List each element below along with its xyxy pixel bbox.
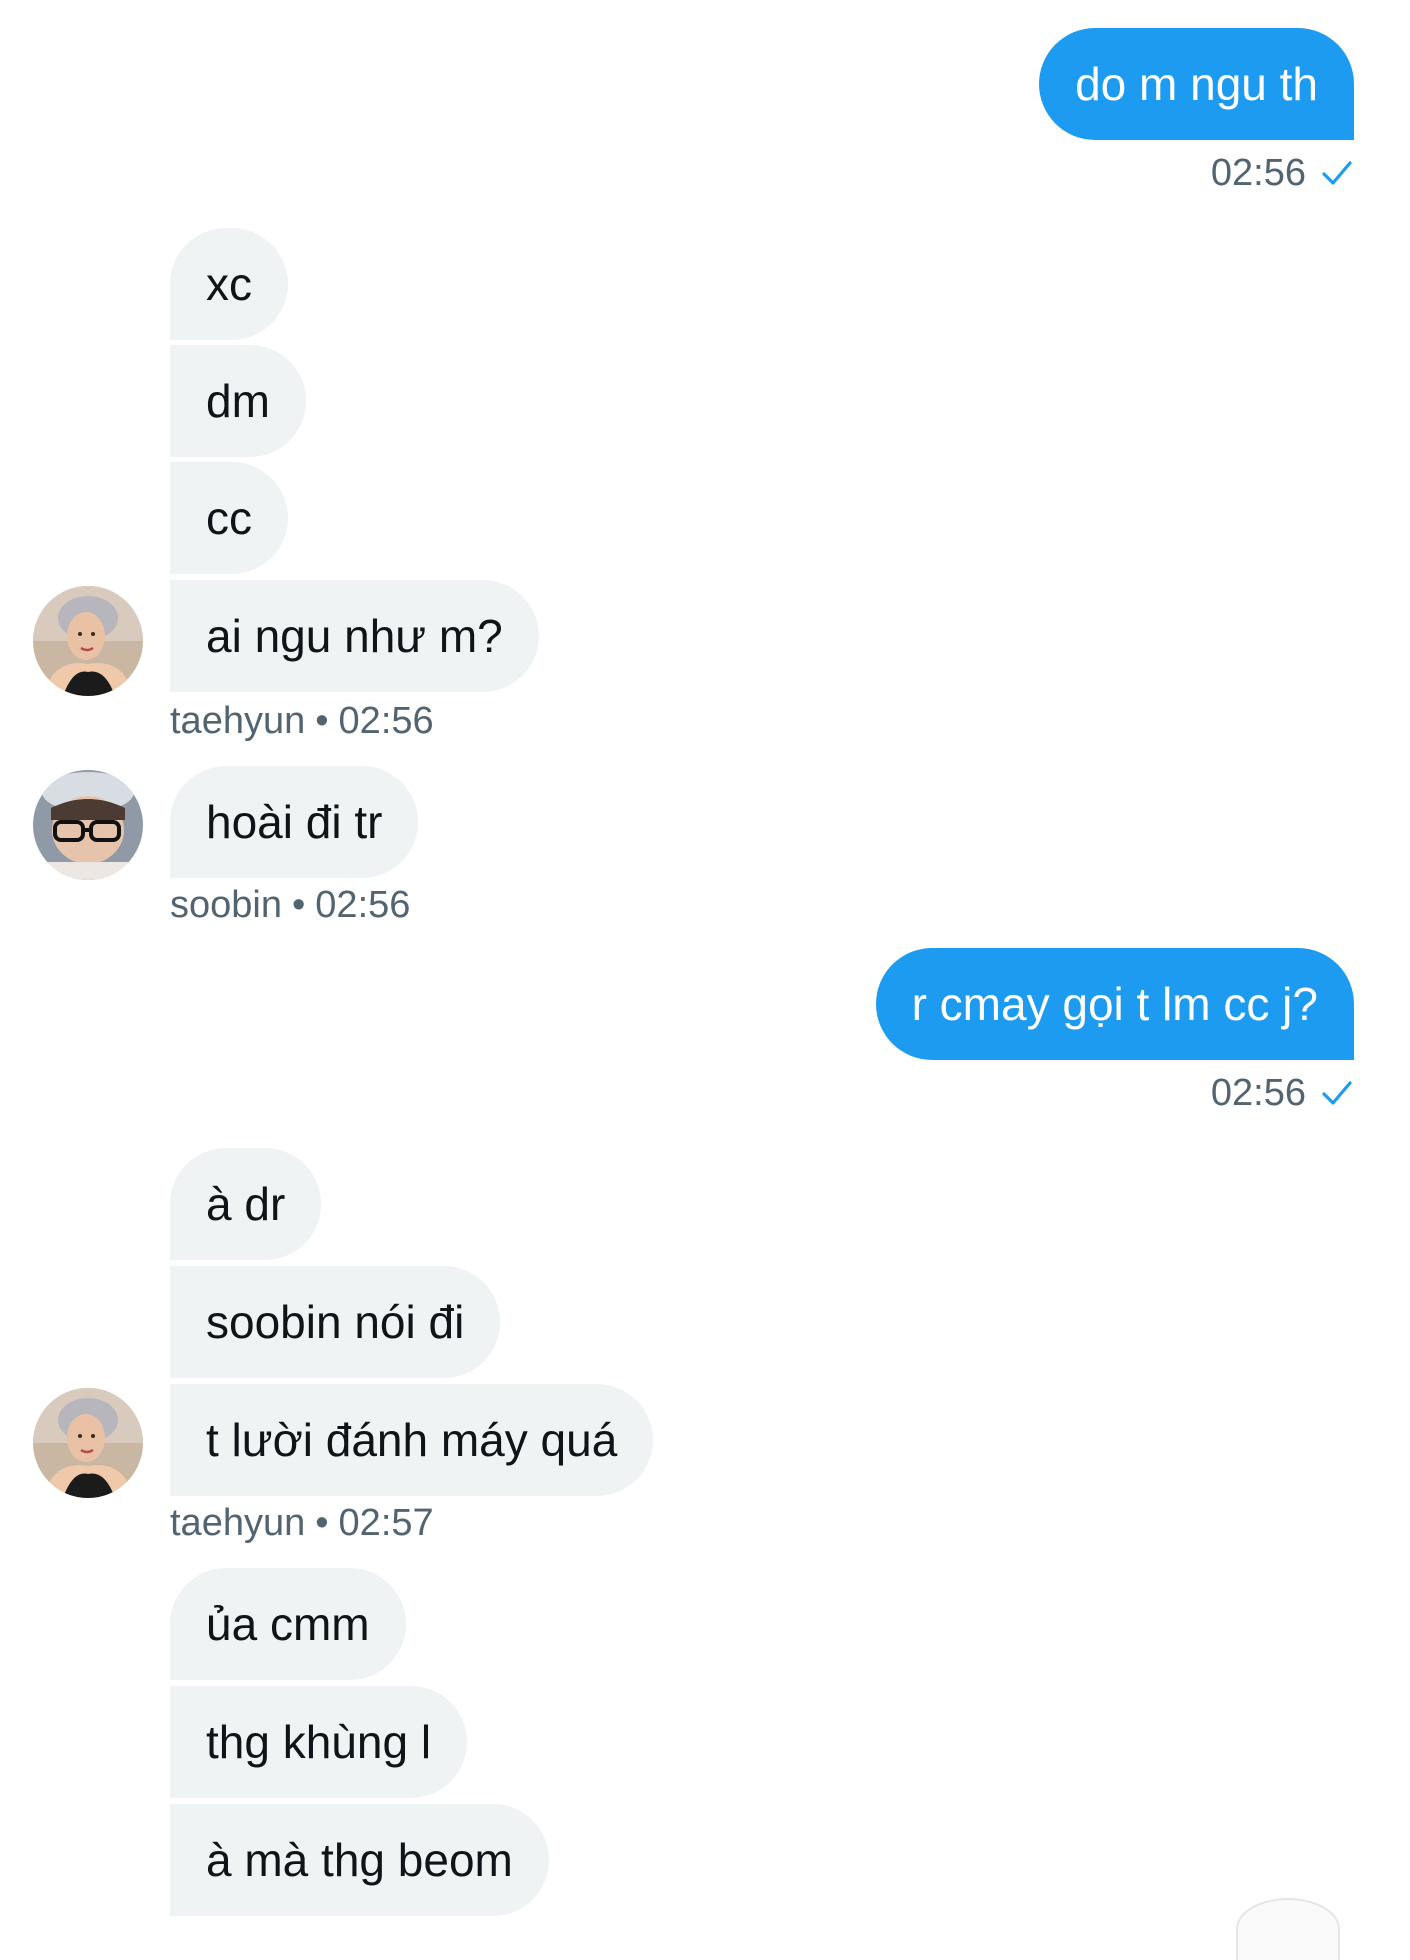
sender-name: taehyun [170, 1502, 306, 1544]
sender-name: soobin [170, 884, 282, 926]
incoming-message[interactable]: dm [170, 345, 306, 457]
message-meta: 02:56 [1211, 148, 1354, 198]
message-time: 02:56 [338, 700, 434, 742]
incoming-message[interactable]: thg khùng l [170, 1686, 468, 1798]
message-meta: taehyun • 02:56 [170, 696, 434, 746]
message-text: r cmay gọi t lm cc j? [911, 978, 1318, 1030]
incoming-message[interactable]: ai ngu như m? [170, 580, 539, 692]
avatar-image [33, 586, 143, 696]
message-text: soobin nói đi [206, 1296, 465, 1348]
sender-name: taehyun [170, 700, 306, 742]
message-text: dm [206, 375, 270, 427]
message-text: t lười đánh máy quá [206, 1414, 618, 1466]
message-time: 02:56 [1210, 152, 1306, 194]
message-meta: taehyun • 02:57 [170, 1498, 434, 1548]
message-meta: 02:56 [1211, 1068, 1354, 1118]
incoming-message[interactable]: hoài đi tr [170, 766, 419, 878]
avatar[interactable] [33, 586, 143, 696]
incoming-message[interactable]: à dr [170, 1148, 322, 1260]
avatar[interactable] [33, 1388, 143, 1498]
incoming-message[interactable]: xc [170, 228, 288, 340]
check-icon [1322, 161, 1352, 185]
avatar-image [33, 1388, 143, 1498]
message-time: 02:57 [338, 1502, 434, 1544]
outgoing-message[interactable]: r cmay gọi t lm cc j? [875, 948, 1354, 1060]
separator-dot: • [315, 1502, 329, 1544]
check-icon [1322, 1081, 1352, 1105]
message-time: 02:56 [1210, 1072, 1306, 1114]
message-text: ai ngu như m? [206, 610, 503, 662]
message-text: thg khùng l [206, 1716, 432, 1768]
separator-dot: • [291, 884, 306, 926]
message-text: à mà thg beom [206, 1834, 513, 1886]
avatar-image [33, 770, 143, 880]
message-time: 02:56 [315, 884, 411, 926]
outgoing-message[interactable]: do m ngu th [1039, 28, 1354, 140]
message-text: à dr [206, 1178, 286, 1230]
incoming-message[interactable]: soobin nói đi [170, 1266, 501, 1378]
scroll-button[interactable] [1236, 1898, 1340, 1960]
message-text: hoài đi tr [206, 796, 383, 848]
avatar[interactable] [33, 770, 143, 880]
message-text: cc [206, 492, 252, 544]
separator-dot: • [315, 700, 329, 742]
message-text: do m ngu th [1075, 58, 1318, 110]
incoming-message[interactable]: à mà thg beom [170, 1804, 549, 1916]
message-text: xc [206, 258, 252, 310]
incoming-message[interactable]: cc [170, 462, 288, 574]
message-text: ủa cmm [206, 1598, 370, 1650]
incoming-message[interactable]: t lười đánh máy quá [170, 1384, 654, 1496]
message-meta: soobin • 02:56 [170, 880, 410, 930]
incoming-message[interactable]: ủa cmm [170, 1568, 406, 1680]
